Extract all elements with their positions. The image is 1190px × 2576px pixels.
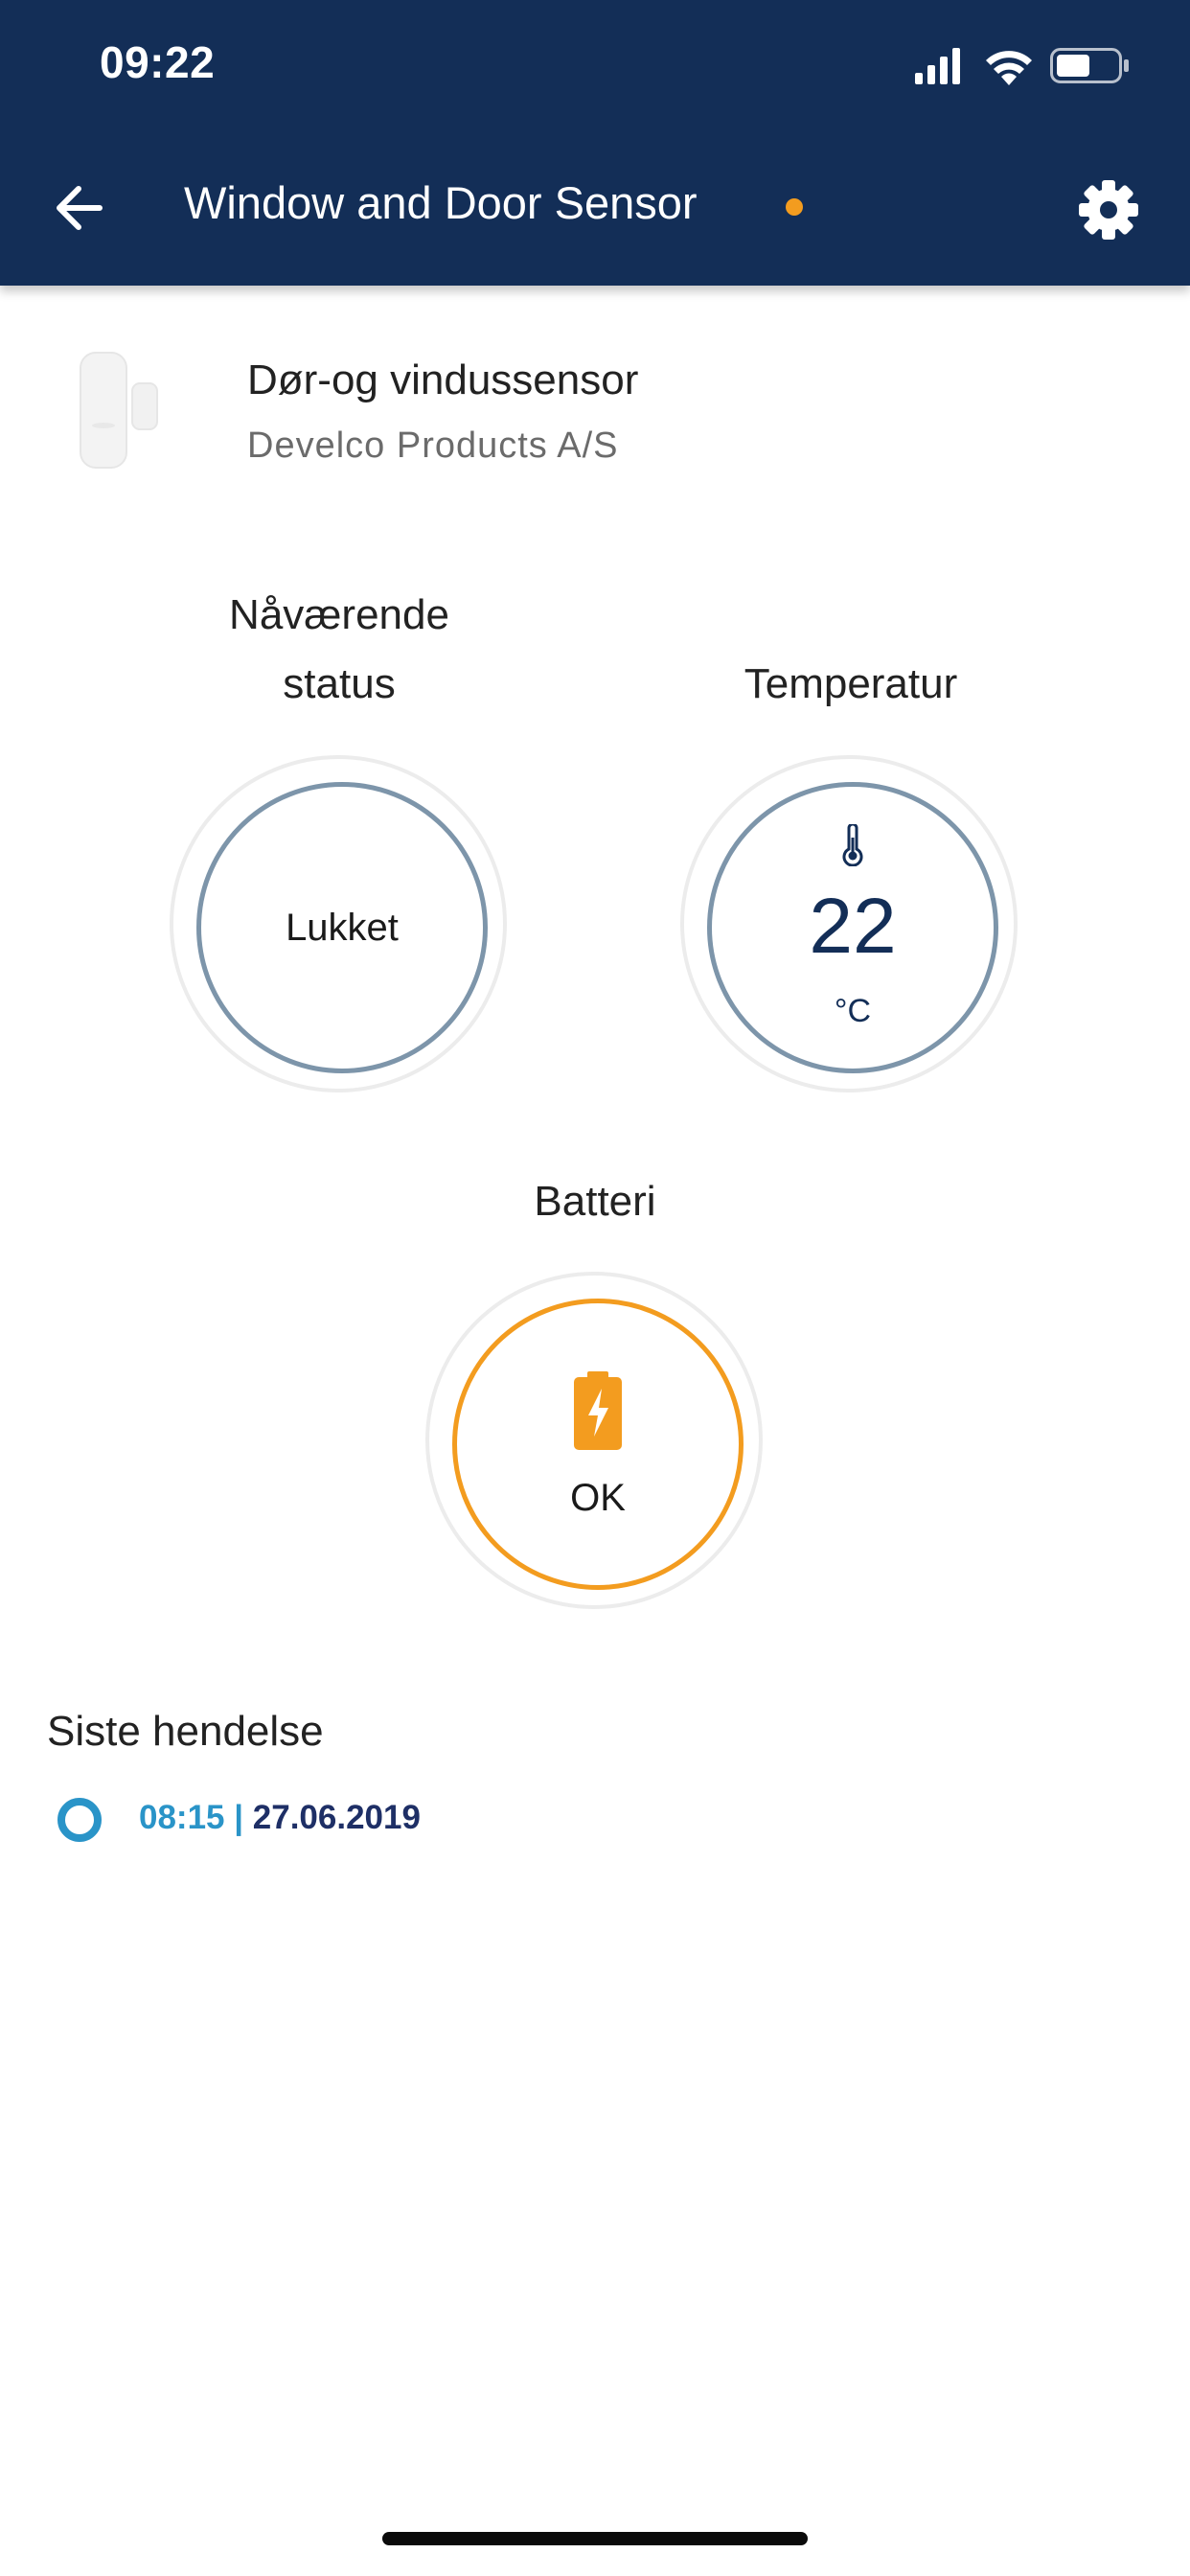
battery-gauge[interactable]: OK [425,1272,763,1609]
back-arrow-icon [57,186,103,230]
gear-icon [1079,180,1138,240]
page-title: Window and Door Sensor [184,177,698,228]
battery-gauge-label: Batteri [534,1178,656,1225]
temperature-unit: °C [834,993,872,1029]
signal-icon [915,48,960,84]
status-bar-time: 09:22 [100,37,216,87]
status-gauge-label: Nåværende status [176,581,502,719]
status-label-line1: Nåværende [229,591,449,638]
temperature-value: 22 [809,883,897,970]
last-event-entry[interactable]: 08:15 | 27.06.2019 [139,1799,421,1837]
status-bar-icons [915,48,1129,85]
wifi-icon [986,51,1032,85]
thermometer-icon [842,824,863,866]
app-header: 09:22 Window and Door Sensor [0,0,1190,286]
event-date: 27.06.2019 [252,1799,421,1836]
status-label-line2: status [283,660,396,707]
device-image [80,352,158,469]
temperature-gauge-label: Temperatur [744,660,958,707]
last-event-heading: Siste hendelse [47,1708,324,1755]
status-gauge[interactable]: Lukket [170,755,507,1092]
device-name: Dør-og vindussensor [247,356,639,403]
back-button[interactable] [50,176,113,240]
battery-charging-icon [574,1371,622,1450]
event-marker-icon [57,1798,102,1842]
status-indicator-dot [786,198,803,216]
event-separator: | [224,1799,253,1836]
home-indicator[interactable] [382,2532,808,2545]
status-value: Lukket [286,907,399,949]
battery-icon [1050,48,1129,83]
temperature-gauge[interactable]: 22 °C [680,755,1018,1092]
device-manufacturer: Develco Products A/S [247,426,619,466]
settings-button[interactable] [1077,178,1140,242]
battery-value: OK [570,1477,626,1519]
event-time: 08:15 [139,1799,225,1836]
